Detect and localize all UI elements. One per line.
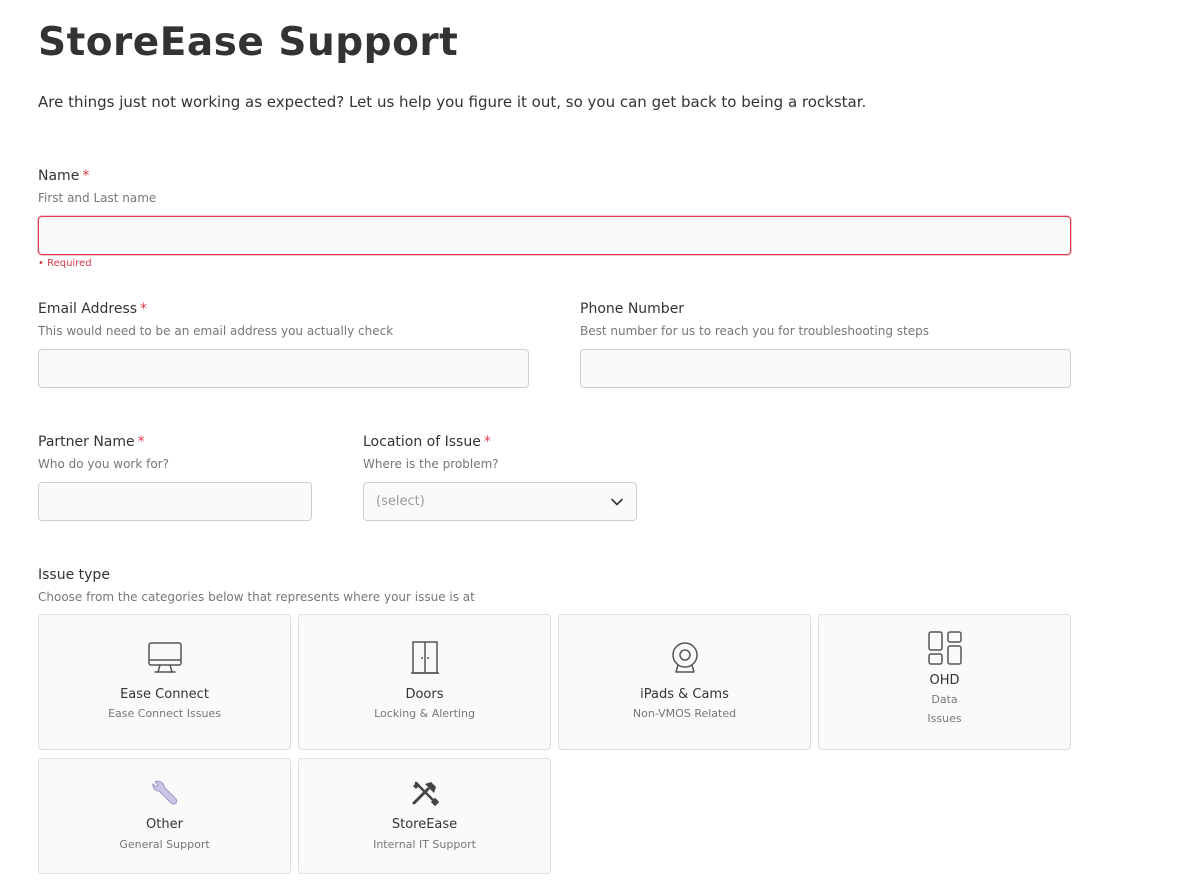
card-title: Other	[146, 817, 183, 832]
chevron-down-icon	[611, 498, 623, 505]
required-mark: *	[140, 301, 148, 317]
card-title: iPads & Cams	[640, 687, 729, 702]
issue-card-ipads-cams[interactable]: iPads & Cams Non-VMOS Related	[558, 614, 811, 750]
issue-type-hint: Choose from the categories below that re…	[38, 590, 475, 604]
name-label: Name *	[38, 168, 90, 184]
email-hint: This would need to be an email address y…	[38, 324, 394, 338]
page-title: StoreEase Support	[38, 20, 459, 65]
required-mark: *	[82, 168, 90, 184]
partner-label: Partner Name *	[38, 434, 145, 450]
monitor-icon	[147, 642, 182, 673]
phone-hint: Best number for us to reach you for trou…	[580, 324, 929, 338]
door-icon	[410, 641, 439, 674]
email-field-group: Email Address * This would need to be an …	[38, 299, 529, 389]
location-select[interactable]: (select)	[363, 482, 637, 521]
card-subtitle-line1: Data	[931, 693, 958, 706]
issue-card-doors[interactable]: Doors Locking & Alerting	[298, 614, 551, 750]
issue-type-cards: Ease Connect Ease Connect Issues Doors L…	[38, 614, 1072, 876]
issue-type-group: Issue type Choose from the categories be…	[38, 565, 638, 610]
webcam-icon	[671, 642, 698, 673]
wrench-icon	[151, 780, 177, 805]
required-mark: *	[483, 434, 491, 450]
phone-field-group: Phone Number Best number for us to reach…	[580, 299, 1071, 389]
name-field-group: Name * First and Last name • Required	[38, 166, 1071, 276]
phone-label: Phone Number	[580, 301, 685, 317]
location-select-value: (select)	[376, 494, 425, 509]
name-input[interactable]	[38, 216, 1071, 255]
required-mark: *	[137, 434, 145, 450]
issue-card-ohd[interactable]: OHD Data Issues	[818, 614, 1071, 750]
card-subtitle: Locking & Alerting	[374, 707, 475, 720]
partner-hint: Who do you work for?	[38, 457, 169, 471]
support-page: StoreEase Support Are things just not wo…	[0, 0, 1188, 892]
tools-icon	[412, 781, 439, 807]
name-error-message: • Required	[38, 258, 92, 269]
card-subtitle: Non-VMOS Related	[632, 707, 737, 720]
issue-type-label: Issue type	[38, 567, 110, 583]
email-label: Email Address *	[38, 301, 148, 317]
partner-field-group: Partner Name * Who do you work for?	[38, 432, 312, 522]
phone-input[interactable]	[580, 349, 1071, 388]
location-label: Location of Issue *	[363, 434, 491, 450]
card-title: OHD	[929, 673, 960, 688]
card-subtitle-line2: Issues	[927, 712, 962, 725]
issue-card-storeease[interactable]: StoreEase Internal IT Support	[298, 758, 551, 874]
issue-card-ease-connect[interactable]: Ease Connect Ease Connect Issues	[38, 614, 291, 750]
page-subtitle: Are things just not working as expected?…	[38, 93, 867, 111]
issue-card-other[interactable]: Other General Support	[38, 758, 291, 874]
card-subtitle: Internal IT Support	[373, 838, 476, 851]
card-subtitle: Ease Connect Issues	[108, 707, 221, 720]
email-input[interactable]	[38, 349, 529, 388]
card-title: Doors	[405, 687, 444, 702]
location-field-group: Location of Issue * Where is the problem?…	[363, 432, 637, 522]
name-hint: First and Last name	[38, 191, 157, 205]
dashboard-icon	[927, 631, 962, 665]
partner-input[interactable]	[38, 482, 312, 521]
card-title: Ease Connect	[120, 687, 209, 702]
card-subtitle: General Support	[119, 838, 210, 851]
card-title: StoreEase	[391, 817, 458, 832]
location-hint: Where is the problem?	[363, 457, 499, 471]
